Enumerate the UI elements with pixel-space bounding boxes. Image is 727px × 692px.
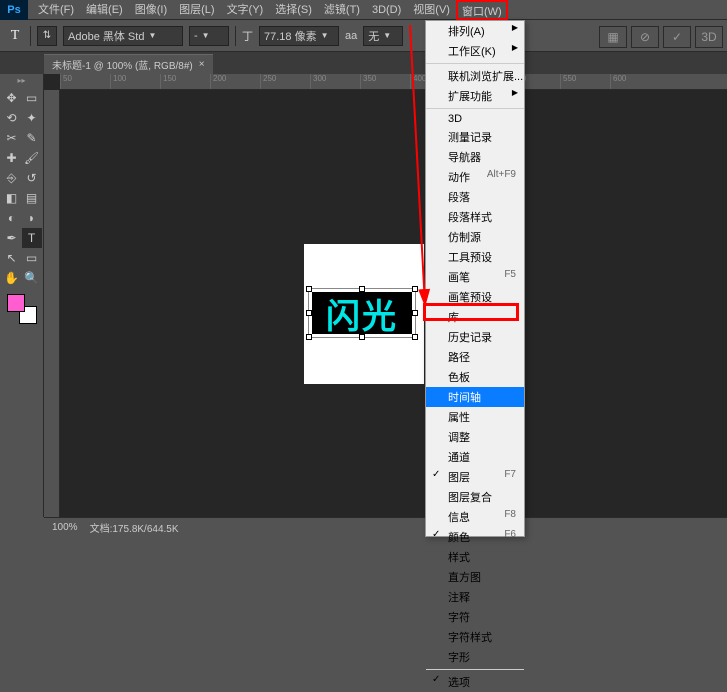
document-canvas[interactable]: 闪光 — [304, 244, 424, 384]
menu-item-画笔[interactable]: 画笔F5 — [426, 267, 524, 287]
menu-item-排列(A)[interactable]: 排列(A) — [426, 21, 524, 41]
menu-item-图层复合[interactable]: 图层复合 — [426, 487, 524, 507]
menu-item-属性[interactable]: 属性 — [426, 407, 524, 427]
hand-tool-icon[interactable]: ✋ — [2, 268, 22, 288]
zoom-level[interactable]: 100% — [52, 522, 78, 533]
menu-filter[interactable]: 滤镜(T) — [318, 0, 366, 20]
menu-file[interactable]: 文件(F) — [32, 0, 80, 20]
menu-item-工具预设[interactable]: 工具预设 — [426, 247, 524, 267]
menu-item-画笔预设[interactable]: 画笔预设 — [426, 287, 524, 307]
fg-color-swatch[interactable] — [7, 294, 25, 312]
path-tool-icon[interactable]: ↖ — [2, 248, 22, 268]
menu-item-路径[interactable]: 路径 — [426, 347, 524, 367]
menu-item-扩展功能[interactable]: 扩展功能 — [426, 86, 524, 106]
type-tool-icon[interactable]: T — [22, 228, 42, 248]
blur-tool-icon[interactable]: ◐ — [2, 208, 22, 228]
gradient-tool-icon[interactable]: ▤ — [22, 188, 42, 208]
menu-item-字符[interactable]: 字符 — [426, 607, 524, 627]
shape-tool-icon[interactable]: ▭ — [22, 248, 42, 268]
stamp-tool-icon[interactable]: ⎆ — [2, 168, 22, 188]
crop-tool-icon[interactable]: ✂ — [2, 128, 22, 148]
right-panel-icons: ▦ ⊘ ✓ 3D — [599, 26, 723, 48]
ruler-horizontal: 50100150200250300350400450500550600 — [60, 74, 727, 90]
marquee-tool-icon[interactable]: ▭ — [22, 88, 42, 108]
document-tab[interactable]: 未标题-1 @ 100% (蓝, RGB/8#) × — [44, 54, 213, 74]
eyedropper-tool-icon[interactable]: ✎ — [22, 128, 42, 148]
canvas-area[interactable]: 50100150200250300350400450500550600 闪光 — [44, 74, 727, 517]
wand-tool-icon[interactable]: ✦ — [22, 108, 42, 128]
type-tool-icon: T — [6, 27, 24, 45]
menu-item-颜色[interactable]: 颜色F6 — [426, 527, 524, 547]
brush-tool-icon[interactable]: 🖌 — [22, 148, 42, 168]
menu-item-字符样式[interactable]: 字符样式 — [426, 627, 524, 647]
menu-item-联机浏览扩展...[interactable]: 联机浏览扩展... — [426, 66, 524, 86]
eraser-tool-icon[interactable]: ◧ — [2, 188, 22, 208]
zoom-tool-icon[interactable]: 🔍 — [22, 268, 42, 288]
size-icon: 丁 — [242, 28, 253, 44]
document-tabs: 未标题-1 @ 100% (蓝, RGB/8#) × — [0, 52, 727, 74]
history-brush-icon[interactable]: ↺ — [22, 168, 42, 188]
tab-title: 未标题-1 @ 100% (蓝, RGB/8#) — [52, 57, 193, 72]
panel-cancel-icon[interactable]: ⊘ — [631, 26, 659, 48]
menu-item-仿制源[interactable]: 仿制源 — [426, 227, 524, 247]
menu-item-历史记录[interactable]: 历史记录 — [426, 327, 524, 347]
toolbox: ▸▸ ✥ ▭ ⟲ ✦ ✂ ✎ ✚ 🖌 ⎆ ↺ ◧ ▤ ◐ ◗ ✒ T ↖ ▭ ✋… — [0, 74, 44, 517]
menu-item-测量记录[interactable]: 测量记录 — [426, 127, 524, 147]
menu-3d[interactable]: 3D(D) — [366, 0, 407, 20]
menu-edit[interactable]: 编辑(E) — [80, 0, 129, 20]
font-size-select[interactable]: 77.18 像素▼ — [259, 26, 339, 46]
window-menu-dropdown: 排列(A)工作区(K) 联机浏览扩展...扩展功能 3D测量记录导航器动作Alt+F… — [425, 20, 525, 537]
menu-item-工作区(K)[interactable]: 工作区(K) — [426, 41, 524, 61]
app-logo: Ps — [0, 0, 28, 20]
type-orientation-button[interactable]: ⇅ — [37, 26, 57, 46]
font-family-select[interactable]: Adobe 黑体 Std▼ — [63, 26, 183, 46]
panel-commit-icon[interactable]: ✓ — [663, 26, 691, 48]
menu-select[interactable]: 选择(S) — [269, 0, 318, 20]
lasso-tool-icon[interactable]: ⟲ — [2, 108, 22, 128]
menu-item-段落样式[interactable]: 段落样式 — [426, 207, 524, 227]
menu-item-直方图[interactable]: 直方图 — [426, 567, 524, 587]
ruler-vertical — [44, 90, 60, 517]
antialias-select[interactable]: 无▼ — [363, 26, 403, 46]
toolbox-collapse-icon[interactable]: ▸▸ — [11, 76, 33, 88]
menu-item-信息[interactable]: 信息F8 — [426, 507, 524, 527]
heal-tool-icon[interactable]: ✚ — [2, 148, 22, 168]
menubar: Ps 文件(F) 编辑(E) 图像(I) 图层(L) 文字(Y) 选择(S) 滤… — [0, 0, 727, 20]
menu-item-选项[interactable]: 选项 — [426, 672, 524, 692]
menu-image[interactable]: 图像(I) — [129, 0, 173, 20]
menu-layer[interactable]: 图层(L) — [173, 0, 220, 20]
status-bar: 100% 文档:175.8K/644.5K — [44, 517, 727, 537]
menu-view[interactable]: 视图(V) — [407, 0, 456, 20]
pen-tool-icon[interactable]: ✒ — [2, 228, 22, 248]
move-tool-icon[interactable]: ✥ — [2, 88, 22, 108]
menu-item-3D[interactable]: 3D — [426, 111, 524, 127]
menu-item-导航器[interactable]: 导航器 — [426, 147, 524, 167]
menu-item-色板[interactable]: 色板 — [426, 367, 524, 387]
menu-type[interactable]: 文字(Y) — [221, 0, 270, 20]
menu-item-库[interactable]: 库 — [426, 307, 524, 327]
menu-item-注释[interactable]: 注释 — [426, 587, 524, 607]
close-icon[interactable]: × — [199, 59, 205, 70]
aa-label: aa — [345, 30, 357, 42]
menu-window[interactable]: 窗口(W) — [456, 0, 508, 20]
doc-size: 文档:175.8K/644.5K — [90, 520, 179, 535]
panel-swatches-icon[interactable]: ▦ — [599, 26, 627, 48]
font-style-select[interactable]: -▼ — [189, 26, 229, 46]
menu-item-动作[interactable]: 动作Alt+F9 — [426, 167, 524, 187]
menu-item-字形[interactable]: 字形 — [426, 647, 524, 667]
dodge-tool-icon[interactable]: ◗ — [22, 208, 42, 228]
text-layer[interactable]: 闪光 — [312, 292, 412, 334]
menu-item-样式[interactable]: 样式 — [426, 547, 524, 567]
menu-item-时间轴[interactable]: 时间轴 — [426, 387, 524, 407]
color-swatch[interactable] — [7, 294, 37, 324]
menu-item-调整[interactable]: 调整 — [426, 427, 524, 447]
menu-item-图层[interactable]: 图层F7 — [426, 467, 524, 487]
panel-3d-icon[interactable]: 3D — [695, 26, 723, 48]
menu-item-段落[interactable]: 段落 — [426, 187, 524, 207]
menu-item-通道[interactable]: 通道 — [426, 447, 524, 467]
